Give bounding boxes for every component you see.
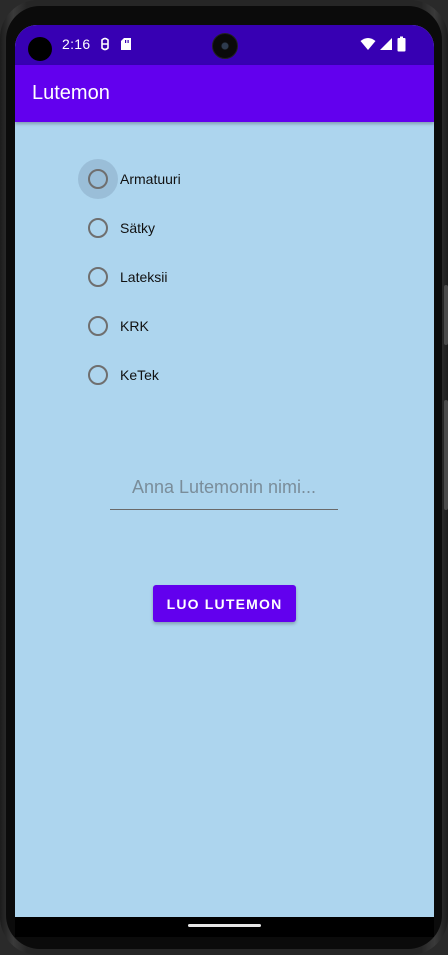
app-bar: Lutemon (15, 65, 434, 122)
volume-button (444, 400, 448, 510)
radio-option-armatuuri[interactable]: Armatuuri (78, 159, 181, 199)
radio-button-unchecked-icon[interactable] (88, 365, 108, 385)
status-bar: 2:16 (15, 25, 434, 65)
radio-button-unchecked-icon[interactable] (88, 267, 108, 287)
screen: 2:16 Lutemon Armatuuri Sätky Lateksii KR… (15, 25, 434, 937)
radio-option-krk[interactable]: KRK (78, 306, 149, 346)
radio-label: KRK (120, 318, 149, 334)
radio-label: KeTek (120, 367, 159, 383)
radio-label: Armatuuri (120, 171, 181, 187)
radio-option-ketek[interactable]: KeTek (78, 355, 159, 395)
battery-icon (397, 36, 406, 52)
radio-ripple (78, 257, 118, 297)
radio-option-satky[interactable]: Sätky (78, 208, 155, 248)
lutemon-name-input[interactable] (110, 465, 338, 510)
radio-button-unchecked-icon[interactable] (88, 169, 108, 189)
app-title: Lutemon (32, 82, 110, 104)
radio-ripple (78, 355, 118, 395)
status-time: 2:16 (62, 36, 91, 52)
camera-cutout (28, 37, 52, 61)
signal-icon (380, 38, 392, 50)
radio-option-lateksii[interactable]: Lateksii (78, 257, 167, 297)
radio-button-unchecked-icon[interactable] (88, 218, 108, 238)
sd-card-icon (121, 38, 131, 50)
wifi-icon (360, 38, 376, 50)
navigation-bar (15, 917, 434, 937)
power-button (444, 285, 448, 345)
radio-ripple (78, 306, 118, 346)
radio-button-unchecked-icon[interactable] (88, 316, 108, 336)
debug-icon (101, 37, 109, 51)
radio-ripple (78, 208, 118, 248)
radio-ripple (78, 159, 118, 199)
radio-label: Lateksii (120, 269, 168, 285)
front-camera (212, 33, 238, 59)
home-indicator[interactable] (188, 924, 261, 927)
phone-frame: 2:16 Lutemon Armatuuri Sätky Lateksii KR… (0, 0, 448, 955)
radio-label: Sätky (120, 220, 156, 236)
create-lutemon-button[interactable]: LUO LUTEMON (153, 585, 296, 622)
